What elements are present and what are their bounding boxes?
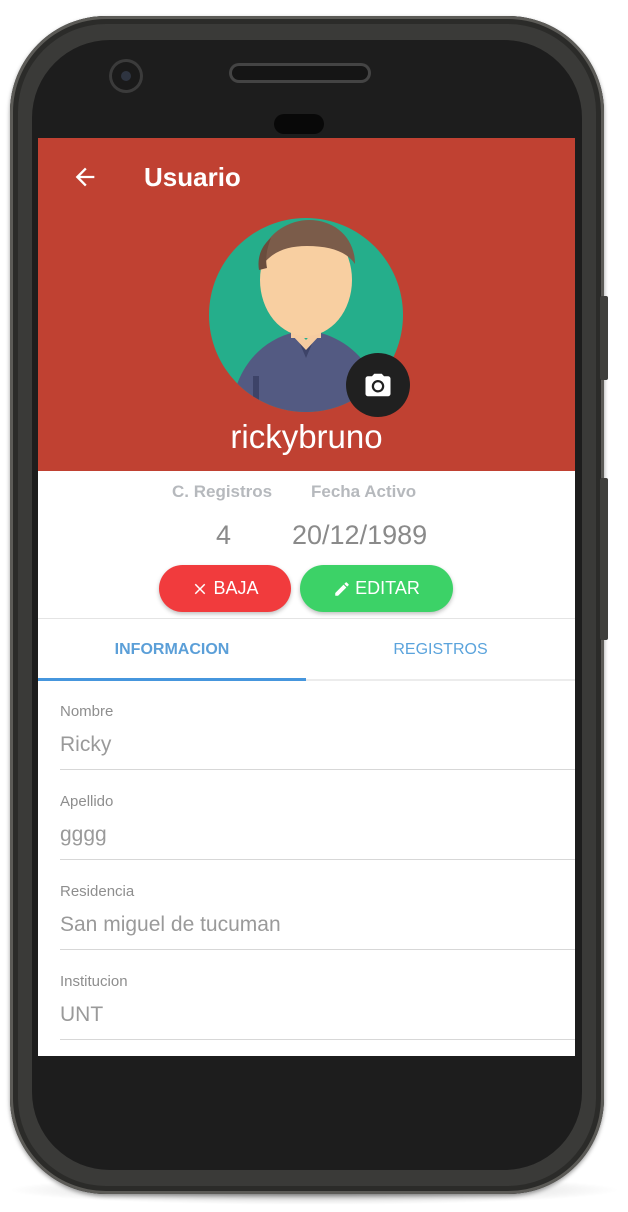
proximity-sensor (274, 114, 324, 134)
field-apellido: Apellido gggg (38, 771, 575, 861)
pencil-icon (335, 581, 349, 596)
baja-button-label: BAJA (213, 578, 259, 598)
arrow-back-icon (75, 167, 95, 187)
page-title: Usuario (144, 162, 241, 192)
profile-header: Usuario ri (38, 138, 575, 471)
field-label: Apellido (60, 793, 114, 810)
registros-count-value: 4 (216, 520, 232, 550)
field-label: Residencia (60, 883, 135, 900)
power-button (600, 296, 608, 380)
username: ricky­bruno (230, 418, 383, 455)
tab-registros[interactable]: REGISTROS (306, 619, 575, 681)
fecha-activo-value: 20/12/1989 (292, 520, 428, 550)
earpiece-speaker (232, 66, 368, 80)
field-underline (60, 769, 575, 770)
info-fields: Nombre Ricky Apellido gggg Residencia Sa… (38, 681, 575, 1041)
field-institucion: Institucion UNT (38, 951, 575, 1041)
app-screen: Usuario ri (38, 138, 575, 1056)
close-icon (195, 583, 206, 594)
editar-button-label: EDITAR (355, 578, 420, 598)
field-underline (60, 949, 575, 950)
camera-icon (365, 373, 391, 397)
field-underline (60, 1039, 575, 1040)
institucion-field[interactable]: UNT (60, 1001, 560, 1029)
field-label: Institucion (60, 973, 128, 990)
field-underline (60, 859, 575, 860)
field-residencia: Residencia San miguel de tucuman (38, 861, 575, 951)
apellido-field[interactable]: gggg (60, 821, 560, 849)
fecha-activo-label: Fecha Activo (311, 482, 417, 501)
volume-rocker (600, 478, 608, 640)
change-photo-button[interactable] (346, 353, 410, 417)
residencia-field[interactable]: San miguel de tucuman (60, 911, 560, 939)
field-label: Nombre (60, 703, 114, 720)
tab-informacion[interactable]: INFORMACION (38, 619, 306, 681)
user-stats: C. Registros Fecha Activo 4 20/12/1989 B… (38, 471, 575, 619)
field-nombre: Nombre Ricky (38, 681, 575, 771)
editar-button[interactable]: EDITAR (300, 565, 453, 612)
front-camera (112, 62, 140, 90)
baja-button[interactable]: BAJA (159, 565, 291, 612)
back-button[interactable] (68, 160, 102, 194)
tab-bar: INFORMACION REGISTROS (38, 619, 575, 681)
registros-count-label: C. Registros (172, 482, 273, 501)
nombre-field[interactable]: Ricky (60, 731, 560, 759)
